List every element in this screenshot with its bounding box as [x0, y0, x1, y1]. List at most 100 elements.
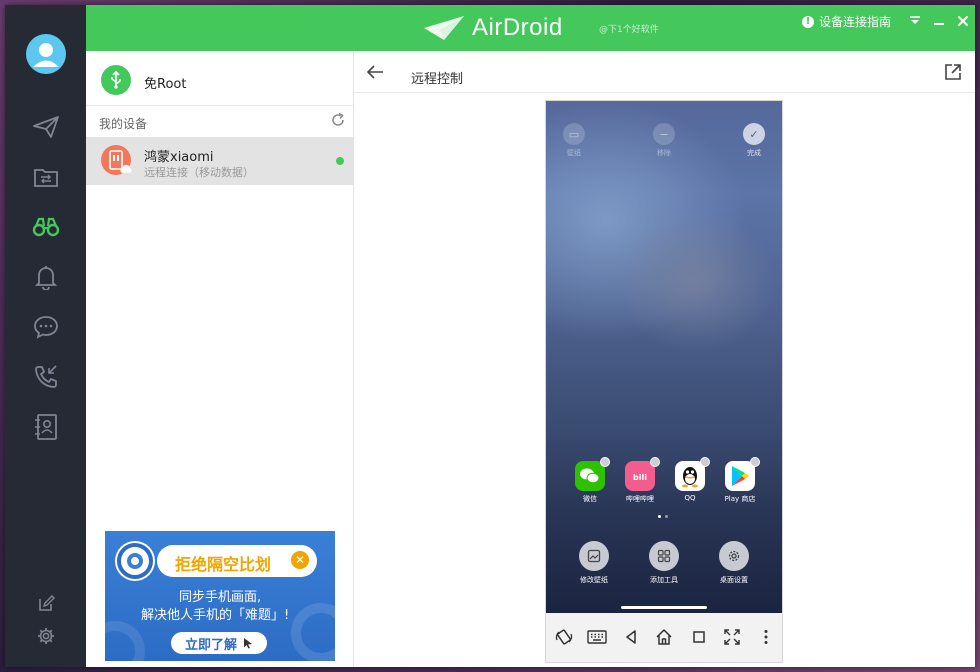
rotate-button[interactable]: [554, 627, 574, 647]
logo-text: AirDroid: [472, 14, 563, 41]
rail-settings[interactable]: [31, 621, 61, 651]
minimize-icon: [934, 23, 944, 25]
airdroid-window: AirDroid @下1个好软件 ! 设备连接指南 免Root 我的设备 鸿蒙x…: [5, 5, 975, 667]
device-status: 远程连接（移动数据）: [144, 166, 254, 179]
watermark: @下1个好软件: [599, 25, 659, 35]
rail-contacts[interactable]: [31, 412, 61, 442]
online-indicator: [336, 157, 344, 165]
ad-learn-more-button[interactable]: 立即了解: [171, 632, 267, 654]
app-play-store[interactable]: Play 商店: [718, 457, 762, 504]
close-button[interactable]: [954, 12, 972, 30]
app-label: QQ: [684, 494, 696, 502]
wechat-icon: [575, 457, 610, 491]
ad-line-2: 解决他人手机的「难题」!: [141, 608, 290, 623]
info-icon: !: [802, 15, 814, 28]
more-button[interactable]: [756, 627, 776, 647]
keyboard-button[interactable]: [587, 627, 607, 647]
top-op-label: 完成: [747, 149, 761, 157]
svg-text:bili: bili: [633, 473, 647, 482]
rail-files[interactable]: [31, 162, 61, 192]
app-wechat[interactable]: 微信: [568, 457, 612, 504]
app-label: 微信: [583, 495, 597, 503]
bilibili-icon: bili: [625, 457, 660, 491]
play-store-icon: [725, 457, 760, 491]
bottom-op-label: 添加工具: [650, 576, 678, 584]
ad-line-1: 同步手机画面,: [179, 590, 262, 605]
bottom-op-desktop-settings[interactable]: 桌面设置: [709, 541, 759, 585]
phone-mirror: ▭ 壁纸 − 移除 ✓ 完成 微信 bili 哔哩哔哩 QQ Play 商店 修…: [545, 100, 783, 663]
connection-guide-link[interactable]: ! 设备连接指南: [802, 13, 891, 30]
minimize-button[interactable]: [930, 12, 948, 30]
rotate-icon: [555, 629, 573, 645]
airdroid-logo: AirDroid: [422, 13, 563, 43]
nav-rail: [5, 5, 86, 667]
close-icon: ✕: [291, 551, 309, 569]
no-root-entry[interactable]: 免Root: [86, 51, 354, 106]
usb-badge: [101, 65, 131, 95]
folder-transfer-icon: [34, 169, 58, 187]
page-title: 远程控制: [411, 72, 464, 87]
ad-decoration: [291, 603, 335, 661]
title-bar: AirDroid @下1个好软件 ! 设备连接指南: [86, 5, 975, 51]
no-root-label: 免Root: [144, 77, 187, 92]
bottom-op-widgets[interactable]: 添加工具: [639, 541, 689, 585]
lifebuoy-icon: [117, 543, 153, 579]
paper-plane-logo-icon: [424, 16, 464, 40]
rail-messages[interactable]: [31, 312, 61, 342]
ad-decoration: [105, 621, 145, 661]
avatar[interactable]: [26, 34, 66, 74]
device-item[interactable]: 鸿蒙xiaomi 远程连接（移动数据）: [86, 137, 354, 185]
cursor-icon: [244, 638, 252, 649]
guide-label: 设备连接指南: [819, 15, 892, 29]
top-op-remove[interactable]: − 移除: [644, 123, 684, 158]
my-devices-title: 我的设备: [99, 117, 148, 131]
bottom-op-wallpaper[interactable]: 修改壁纸: [569, 541, 619, 585]
square-icon: [693, 631, 705, 643]
check-icon: ✓: [743, 123, 765, 145]
rail-notifications[interactable]: [31, 262, 61, 292]
remote-control-panel: 远程控制 ▭ 壁纸 − 移除 ✓ 完成 微信 bili 哔哩哔哩 QQ Play…: [354, 51, 975, 667]
binoculars-icon: [32, 217, 60, 237]
triangle-back-icon: [626, 630, 636, 644]
top-op-label: 壁纸: [567, 149, 581, 157]
keyboard-icon: [587, 630, 607, 644]
pin-button[interactable]: [906, 12, 924, 30]
ad-banner[interactable]: 拒绝隔空比划 ✕ 同步手机画面, 解决他人手机的「难题」! 立即了解: [105, 531, 335, 661]
phone-screen[interactable]: ▭ 壁纸 − 移除 ✓ 完成 微信 bili 哔哩哔哩 QQ Play 商店 修…: [546, 101, 782, 613]
wallpaper-icon: ▭: [563, 123, 585, 145]
close-icon: [957, 15, 969, 27]
rail-remote[interactable]: [31, 212, 61, 242]
page-indicator: [658, 515, 668, 518]
top-op-wallpaper[interactable]: ▭ 壁纸: [554, 123, 594, 158]
widgets-icon: [649, 541, 679, 571]
nav-home-button[interactable]: [654, 627, 674, 647]
nav-back-button[interactable]: [621, 627, 641, 647]
wallpaper-icon: [579, 541, 609, 571]
send-icon: [33, 116, 59, 138]
chat-icon: [34, 316, 58, 339]
minus-icon: −: [653, 123, 675, 145]
app-bilibili[interactable]: bili 哔哩哔哩: [618, 457, 662, 504]
app-qq[interactable]: QQ: [668, 457, 712, 502]
home-icon: [656, 629, 672, 645]
contacts-icon: [35, 414, 57, 440]
content-header: 远程控制: [354, 51, 975, 93]
ad-button-label: 立即了解: [184, 637, 237, 653]
nav-recents-button[interactable]: [689, 627, 709, 647]
top-op-done[interactable]: ✓ 完成: [734, 123, 774, 158]
top-op-label: 移除: [657, 149, 671, 157]
more-vertical-icon: [764, 630, 768, 644]
gesture-bar: [621, 606, 707, 609]
cloud-icon: [120, 164, 133, 174]
rail-calls[interactable]: [31, 362, 61, 392]
refresh-icon[interactable]: [330, 112, 346, 128]
fullscreen-button[interactable]: [722, 627, 742, 647]
fullscreen-icon: [724, 629, 740, 645]
bottom-op-label: 桌面设置: [720, 576, 748, 584]
back-arrow-icon[interactable]: [366, 64, 384, 80]
popout-icon[interactable]: [944, 63, 962, 81]
rail-send[interactable]: [31, 112, 61, 142]
ad-title: 拒绝隔空比划: [175, 555, 272, 574]
usb-icon: [111, 71, 121, 89]
rail-edit[interactable]: [31, 589, 61, 619]
